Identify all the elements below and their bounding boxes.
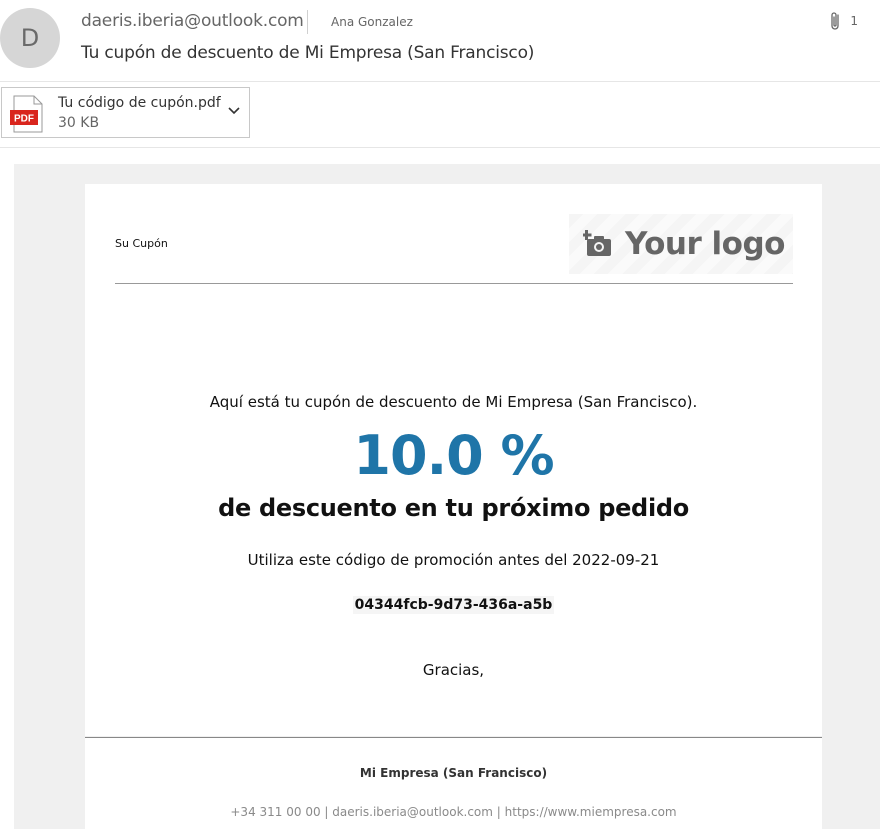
pdf-icon-label: PDF bbox=[14, 114, 34, 125]
promo-code[interactable]: 04344fcb-9d73-436a-a5b bbox=[352, 596, 555, 614]
recipient-name[interactable]: Ana Gonzalez bbox=[331, 15, 413, 29]
header-divider bbox=[307, 10, 308, 34]
attachment-size: 30 KB bbox=[58, 115, 100, 131]
attachment-name: Tu código de cupón.pdf bbox=[58, 95, 221, 111]
email-subject: Tu cupón de descuento de Mi Empresa (San… bbox=[81, 43, 535, 63]
sender-avatar[interactable]: D bbox=[0, 8, 60, 68]
sender-address[interactable]: daeris.iberia@outlook.com bbox=[81, 11, 304, 31]
coupon-intro: Aquí está tu cupón de descuento de Mi Em… bbox=[209, 393, 698, 411]
attachment-count[interactable]: 1 bbox=[828, 10, 858, 32]
validity-text: Utiliza este código de promoción antes d… bbox=[247, 551, 660, 569]
attachment-item[interactable]: PDF Tu código de cupón.pdf 30 KB bbox=[1, 87, 250, 138]
coupon-card: Su Cupón Your logo Aquí está tu cupón de… bbox=[85, 184, 822, 736]
logo-text: Your logo bbox=[625, 226, 785, 262]
contact-line[interactable]: +34 311 00 00 | daeris.iberia@outlook.co… bbox=[85, 805, 822, 819]
pdf-file-icon: PDF bbox=[10, 95, 43, 133]
header-rule bbox=[115, 283, 793, 284]
discount-percentage: 10.0 % bbox=[353, 424, 554, 487]
logo-placeholder: Your logo bbox=[569, 214, 793, 274]
chevron-down-icon[interactable] bbox=[227, 106, 241, 116]
company-name: Mi Empresa (San Francisco) bbox=[359, 766, 548, 780]
coupon-label: Su Cupón bbox=[115, 237, 168, 250]
closing-text: Gracias, bbox=[422, 661, 485, 679]
paperclip-icon bbox=[831, 12, 840, 30]
email-body: Su Cupón Your logo Aquí está tu cupón de… bbox=[14, 164, 880, 829]
attachment-bar: PDF Tu código de cupón.pdf 30 KB bbox=[0, 82, 880, 148]
add-photo-icon bbox=[583, 230, 611, 256]
email-header: D daeris.iberia@outlook.com Ana Gonzalez… bbox=[0, 0, 880, 82]
email-footer: Mi Empresa (San Francisco) +34 311 00 00… bbox=[85, 738, 822, 829]
promo-code-wrap: 04344fcb-9d73-436a-a5b bbox=[85, 594, 822, 614]
attachment-count-label: 1 bbox=[850, 14, 858, 28]
discount-tagline: de descuento en tu próximo pedido bbox=[218, 494, 689, 522]
